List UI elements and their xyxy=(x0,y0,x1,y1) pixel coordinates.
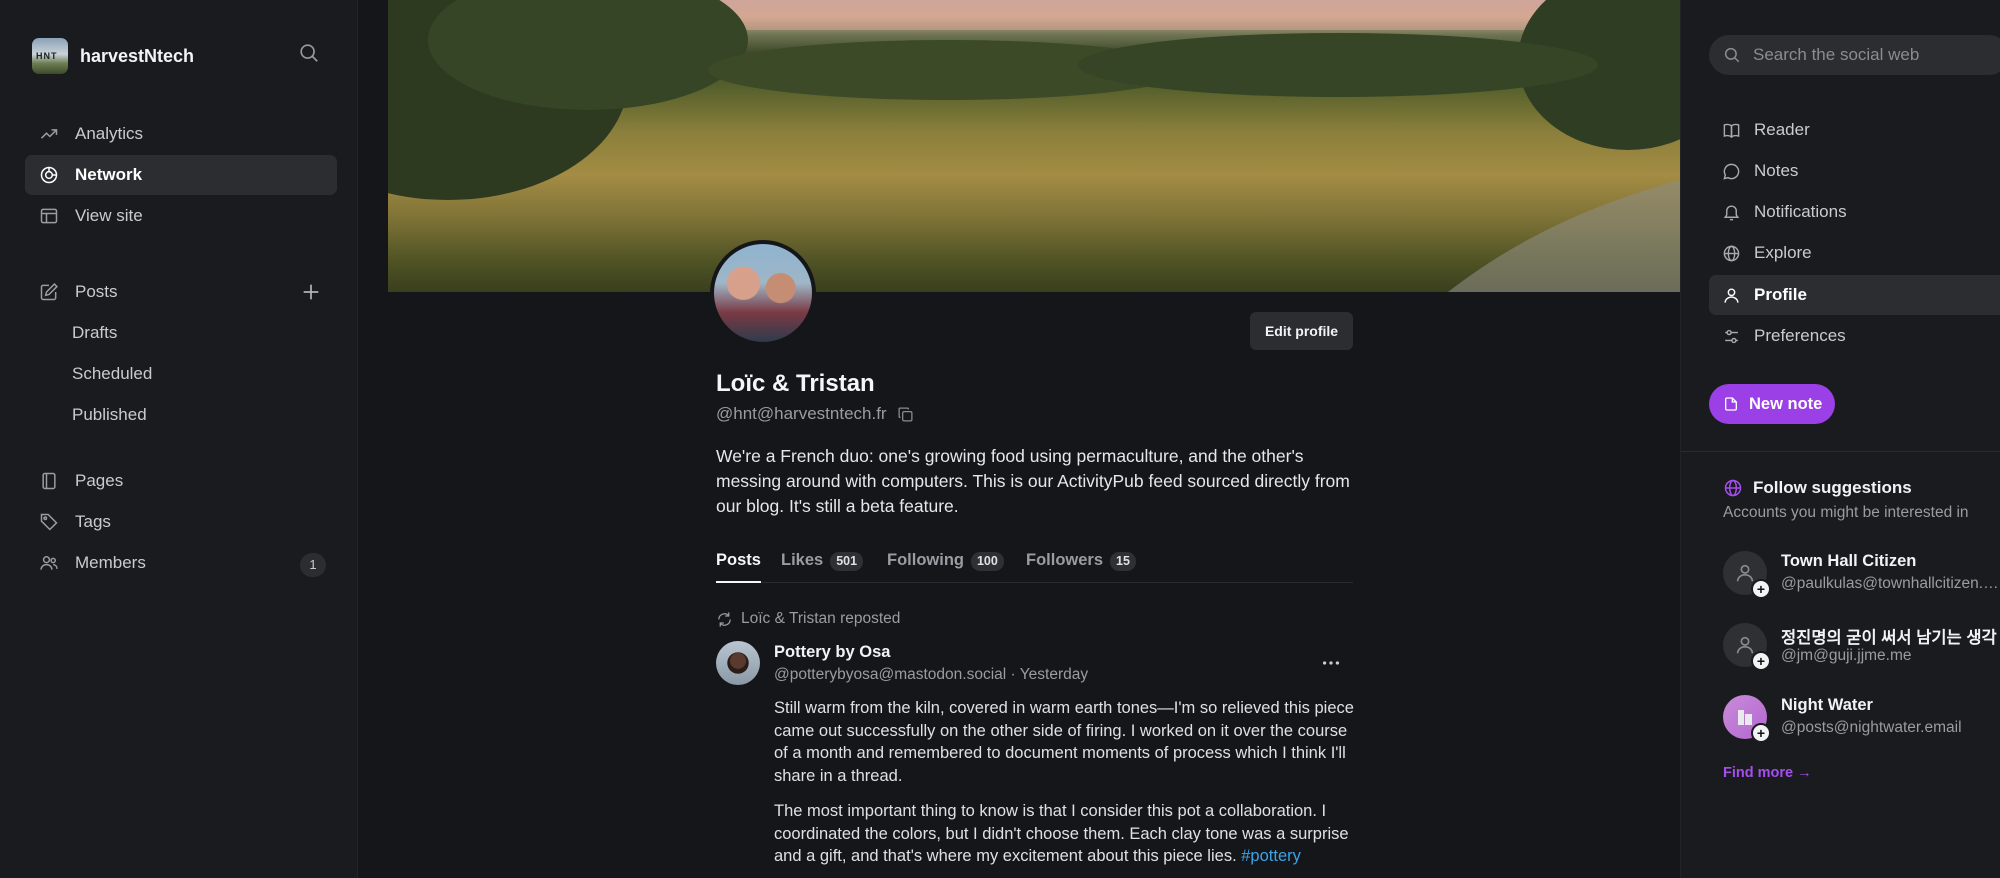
nav-label: Pages xyxy=(75,471,124,490)
edit-profile-button[interactable]: Edit profile xyxy=(1250,312,1353,350)
profile-name: Loïc & Tristan xyxy=(716,370,875,397)
site-logo: HNT xyxy=(32,38,68,74)
follow-suggestions-title: Follow suggestions xyxy=(1723,478,1912,498)
book-icon xyxy=(1723,123,1740,138)
tag-icon xyxy=(40,513,58,531)
nav-label: Posts xyxy=(75,282,118,301)
post-timestamp: Yesterday xyxy=(1019,666,1089,683)
search-icon[interactable] xyxy=(298,42,320,64)
nav-item-members[interactable]: Members xyxy=(25,543,337,583)
search-placeholder: Search the social web xyxy=(1753,45,1920,64)
nav-item-explore[interactable]: Explore xyxy=(1709,233,2000,273)
divider xyxy=(1681,451,2000,452)
nav-label: Tags xyxy=(75,512,111,531)
nav-item-published[interactable]: Published xyxy=(72,405,147,425)
new-note-button[interactable]: New note xyxy=(1709,384,1835,424)
follow-plus-icon[interactable]: + xyxy=(1751,723,1771,743)
profile-avatar xyxy=(710,240,816,346)
bell-icon xyxy=(1723,205,1740,220)
follow-suggestion[interactable]: + Town Hall Citizen @paulkulas@townhallc… xyxy=(1723,551,2000,599)
tab-likes[interactable]: Likes 501 xyxy=(781,551,864,583)
tab-posts[interactable]: Posts xyxy=(716,551,761,583)
nav-item-reader[interactable]: Reader xyxy=(1709,110,2000,150)
nav-item-preferences[interactable]: Preferences xyxy=(1709,316,2000,356)
suggestion-name: Night Water xyxy=(1781,696,1873,714)
right-sidebar: Search the social web Reader Notes Notif… xyxy=(1680,0,2000,878)
nav-label: Analytics xyxy=(75,124,144,143)
nav-item-view-site[interactable]: View site xyxy=(25,196,337,236)
post-body: Still warm from the kiln, covered in war… xyxy=(774,697,1359,878)
members-icon xyxy=(40,556,58,570)
site-brand[interactable]: HNT harvestNtech xyxy=(32,38,194,74)
find-more-link[interactable]: Find more → xyxy=(1723,765,1812,781)
social-search-input[interactable]: Search the social web xyxy=(1709,35,2000,75)
profile-tabs: Posts Likes 501 Following 100 Followers 15 xyxy=(716,551,1353,583)
tab-followers[interactable]: Followers 15 xyxy=(1026,551,1136,583)
nav-item-drafts[interactable]: Drafts xyxy=(72,323,117,343)
follow-suggestion[interactable]: + 정진명의 굳이 써서 남기는 생각 @jm@guji.jjme.me xyxy=(1723,623,2000,671)
site-name: harvestNtech xyxy=(80,45,195,66)
profile-handle: @hnt@harvestntech.fr xyxy=(716,404,887,423)
repost-indicator: Loïc & Tristan reposted xyxy=(716,610,900,628)
repost-icon xyxy=(718,611,731,627)
tab-count: 100 xyxy=(970,552,1004,571)
members-count-badge: 1 xyxy=(300,553,326,577)
tab-count: 15 xyxy=(1110,552,1136,571)
suggestion-handle: @paulkulas@townhallcitizen.social xyxy=(1781,575,2000,592)
sliders-icon xyxy=(1725,329,1738,343)
note-icon xyxy=(1725,397,1737,411)
nav-label: Members xyxy=(75,553,146,572)
follow-suggestion[interactable]: + Night Water @posts@nightwater.email xyxy=(1723,695,2000,743)
follow-plus-icon[interactable]: + xyxy=(1751,651,1771,671)
search-icon xyxy=(1724,47,1740,63)
suggestion-name: Town Hall Citizen xyxy=(1781,552,1917,570)
nav-label: View site xyxy=(75,206,143,225)
post-paragraph: The most important thing to know is that… xyxy=(774,802,1349,865)
nav-item-notes[interactable]: Notes xyxy=(1709,151,2000,191)
post-meta: @potterybyosa@mastodon.social · Yesterda… xyxy=(774,666,1089,683)
chat-icon xyxy=(1723,163,1740,180)
nav-item-network[interactable]: Network xyxy=(25,155,337,195)
nav-item-profile[interactable]: Profile xyxy=(1709,275,2000,315)
tab-following[interactable]: Following 100 xyxy=(887,551,1004,583)
suggestion-handle: @jm@guji.jjme.me xyxy=(1781,647,1912,664)
page-icon xyxy=(42,472,56,490)
layout-icon xyxy=(40,208,58,224)
copy-icon[interactable] xyxy=(897,406,914,423)
nav-item-pages[interactable]: Pages xyxy=(25,461,337,501)
nav-item-tags[interactable]: Tags xyxy=(25,502,337,542)
post-author-name[interactable]: Pottery by Osa xyxy=(774,643,890,662)
nav-item-posts[interactable]: Posts xyxy=(25,272,337,312)
trending-up-icon xyxy=(40,129,58,139)
post-author-avatar[interactable] xyxy=(716,641,760,685)
user-icon xyxy=(1724,287,1739,303)
add-post-button[interactable] xyxy=(300,281,322,303)
nav-item-scheduled[interactable]: Scheduled xyxy=(72,364,152,384)
follow-plus-icon[interactable]: + xyxy=(1751,579,1771,599)
post-author-handle: @potterybyosa@mastodon.social xyxy=(774,666,1007,683)
profile-bio: We're a French duo: one's growing food u… xyxy=(716,446,1350,516)
globe-icon xyxy=(1723,245,1740,261)
profile-handle-row: @hnt@harvestntech.fr xyxy=(716,404,914,424)
profile-cover-image xyxy=(388,0,1680,292)
hashtag-link[interactable]: #pottery xyxy=(1241,847,1301,865)
left-sidebar: HNT harvestNtech Analytics Network View … xyxy=(0,0,358,878)
globe-icon xyxy=(1724,479,1742,497)
edit-icon xyxy=(40,283,58,301)
nav-label: Network xyxy=(75,165,143,184)
suggestion-handle: @posts@nightwater.email xyxy=(1781,719,1962,736)
network-icon xyxy=(40,166,58,184)
nav-item-notifications[interactable]: Notifications xyxy=(1709,192,2000,232)
more-options-icon[interactable] xyxy=(1320,652,1342,674)
nav-item-analytics[interactable]: Analytics xyxy=(25,114,337,154)
tab-count: 501 xyxy=(830,552,864,571)
suggestion-name: 정진명의 굳이 써서 남기는 생각 xyxy=(1781,629,1997,647)
follow-suggestions-subtitle: Accounts you might be interested in xyxy=(1723,504,1969,521)
post-paragraph: Still warm from the kiln, covered in war… xyxy=(774,699,1354,785)
